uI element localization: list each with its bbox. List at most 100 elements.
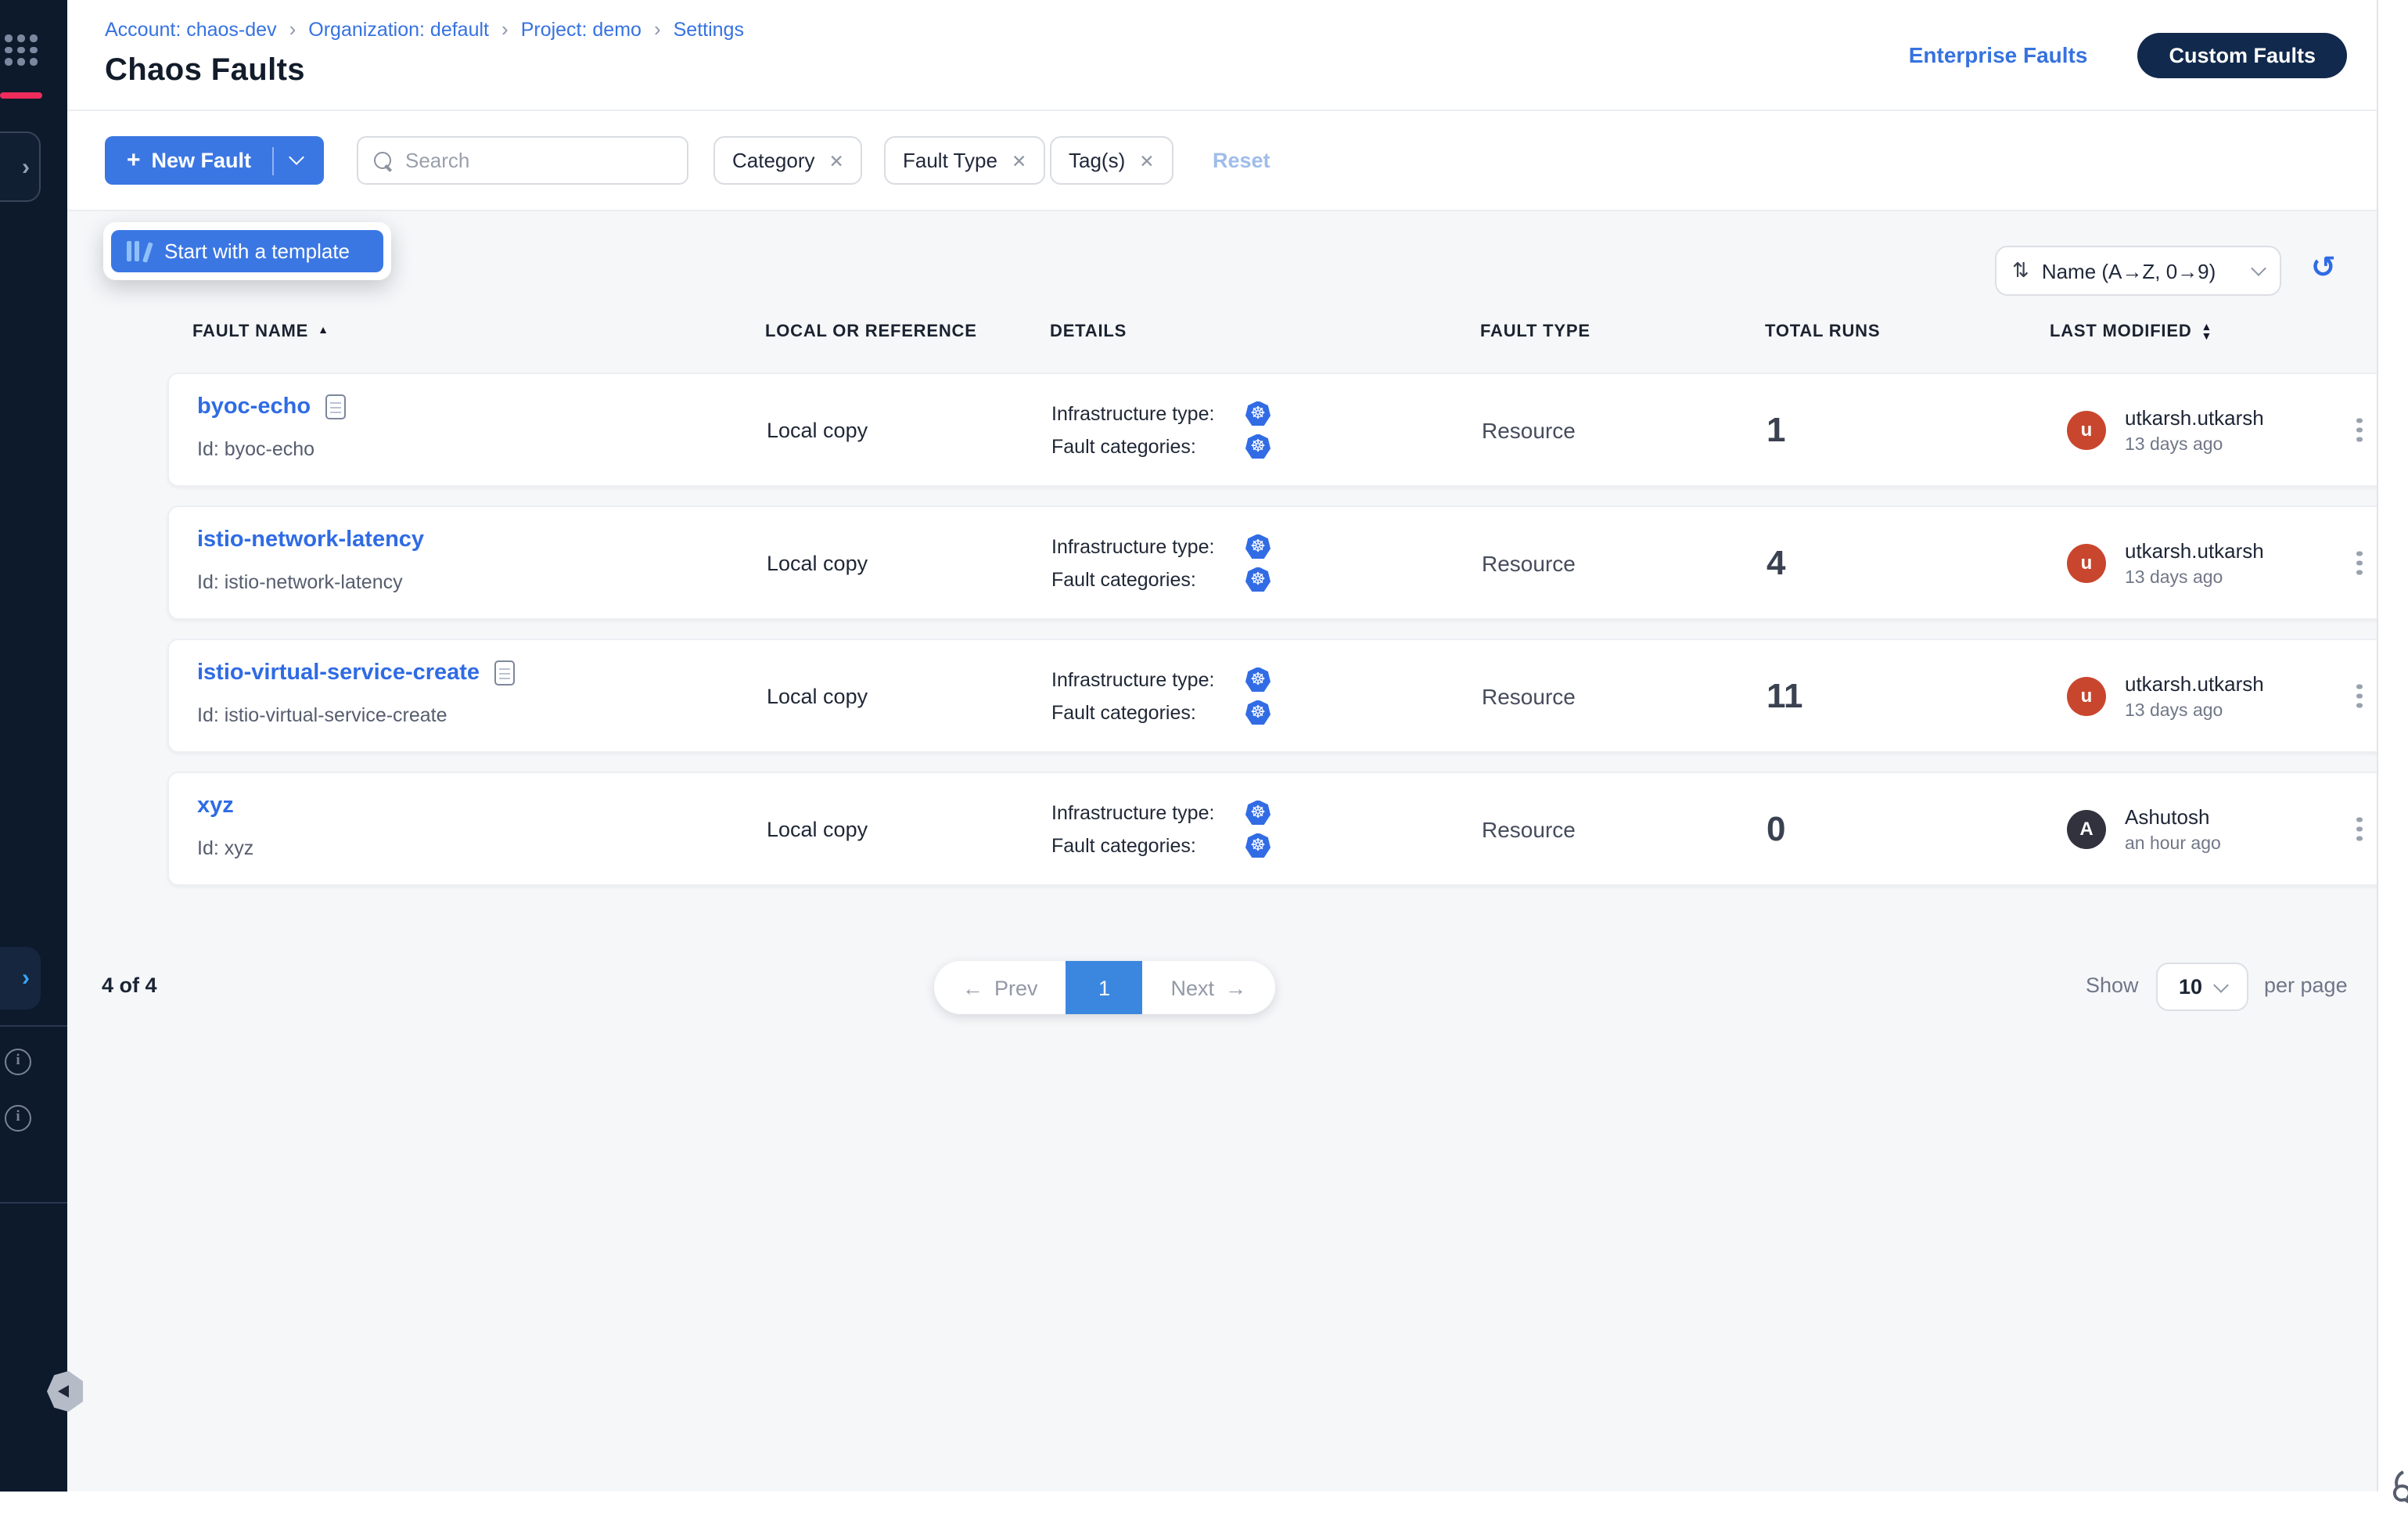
remove-filter-icon[interactable]: ✕ (1012, 149, 1026, 171)
search-input[interactable] (405, 149, 671, 172)
next-page-button[interactable]: Next→ (1143, 961, 1275, 1014)
local-or-reference-value: Local copy (767, 551, 868, 574)
remove-filter-icon[interactable]: ✕ (829, 149, 844, 171)
fault-name-link[interactable]: xyz (197, 793, 234, 819)
refresh-icon[interactable]: ↻ (2311, 250, 2336, 286)
sort-arrows-icon: ⇅ (2012, 258, 2029, 283)
toolbar: + New Fault Start with a template Catego… (67, 111, 2408, 211)
filter-chip-label: Category (732, 149, 815, 172)
app: Account: chaos-dev › Organization: defau… (0, 0, 2408, 1492)
local-or-reference-value: Local copy (767, 418, 868, 441)
avatar: u (2067, 543, 2106, 582)
left-sidebar: › › i i (0, 0, 67, 1492)
per-page-label: per page (2264, 973, 2348, 997)
column-last-modified[interactable]: LAST MODIFIED▲▼ (2050, 322, 2212, 343)
fault-row[interactable]: istio-virtual-service-create Id: istio-v… (167, 639, 2408, 753)
fault-list: byoc-echo Id: byoc-echo Local copy Infra… (167, 372, 2408, 905)
filter-chip-label: Fault Type (903, 149, 997, 172)
infrastructure-type-label: Infrastructure type: (1051, 535, 1245, 557)
modified-by: utkarsh.utkarsh (2125, 671, 2264, 695)
app-launcher-icon[interactable] (5, 34, 38, 65)
breadcrumb-organization[interactable]: Organization: default (308, 18, 489, 40)
column-total-runs: TOTAL RUNS (1765, 322, 1880, 341)
kubernetes-icon: ☸ (1245, 434, 1270, 459)
info-icon[interactable]: i (5, 1049, 31, 1075)
search-icon (374, 151, 393, 170)
avatar: u (2067, 676, 2106, 715)
fault-id: Id: istio-virtual-service-create (197, 704, 447, 726)
prev-page-button[interactable]: ←Prev (934, 961, 1066, 1014)
local-or-reference-value: Local copy (767, 684, 868, 707)
total-runs-value: 11 (1766, 675, 1803, 716)
row-menu-icon[interactable] (2350, 678, 2368, 714)
breadcrumb-separator-icon: › (654, 17, 661, 41)
fault-categories-label: Fault categories: (1051, 701, 1245, 723)
row-menu-icon[interactable] (2350, 545, 2368, 581)
filter-chip-tags[interactable]: Tag(s) ✕ (1050, 136, 1173, 185)
sidebar-divider (0, 1025, 67, 1027)
total-runs-value: 0 (1766, 808, 1786, 849)
chevron-down-icon (2212, 977, 2228, 992)
remove-filter-icon[interactable]: ✕ (1139, 149, 1154, 171)
fault-type-value: Resource (1482, 683, 1576, 708)
chevron-right-icon: › (22, 965, 30, 991)
fault-id: Id: istio-network-latency (197, 571, 403, 593)
sidebar-expand-button[interactable]: › (0, 131, 41, 202)
fault-id: Id: byoc-echo (197, 438, 314, 460)
last-modified-cell: utkarsh.utkarsh 13 days ago (2125, 671, 2264, 720)
column-local-or-reference: LOCAL OR REFERENCE (765, 322, 977, 341)
fault-manifest-icon[interactable] (325, 394, 345, 419)
template-library-icon (127, 241, 150, 261)
fault-name-link[interactable]: istio-virtual-service-create (197, 660, 480, 686)
breadcrumb-project[interactable]: Project: demo (521, 18, 642, 40)
last-modified-cell: utkarsh.utkarsh 13 days ago (2125, 538, 2264, 587)
triangle-left-icon (58, 1385, 69, 1398)
new-fault-dropdown-toggle[interactable] (273, 136, 323, 185)
fault-manifest-icon[interactable] (494, 660, 514, 686)
new-fault-label: New Fault (152, 149, 272, 172)
chevron-down-icon (288, 149, 304, 165)
current-page-button[interactable]: 1 (1066, 961, 1143, 1014)
enterprise-faults-link[interactable]: Enterprise Faults (1909, 33, 2088, 67)
page-header: Account: chaos-dev › Organization: defau… (67, 0, 2408, 111)
sort-both-icon: ▲▼ (2201, 324, 2213, 343)
per-page-select[interactable]: 10 (2156, 963, 2248, 1011)
row-menu-icon[interactable] (2350, 412, 2368, 448)
breadcrumb-settings[interactable]: Settings (674, 18, 744, 40)
fault-categories-label: Fault categories: (1051, 568, 1245, 590)
sort-select-value: Name (A→Z, 0→9) (2042, 259, 2241, 282)
custom-faults-button[interactable]: Custom Faults (2137, 33, 2347, 78)
row-menu-icon[interactable] (2350, 811, 2368, 847)
column-fault-type: FAULT TYPE (1480, 322, 1590, 341)
breadcrumb-account[interactable]: Account: chaos-dev (105, 18, 277, 40)
fault-type-value: Resource (1482, 417, 1576, 442)
fault-row[interactable]: xyz Id: xyz Local copy Infrastructure ty… (167, 772, 2408, 886)
fault-row[interactable]: byoc-echo Id: byoc-echo Local copy Infra… (167, 372, 2408, 487)
sidebar-bottom-expand-button[interactable]: › (0, 947, 41, 1009)
fault-name-link[interactable]: byoc-echo (197, 394, 311, 419)
column-fault-name[interactable]: FAULT NAME▲ (192, 322, 329, 341)
sort-select[interactable]: ⇅ Name (A→Z, 0→9) (1995, 246, 2281, 296)
start-with-template-label: Start with a template (164, 239, 350, 263)
infrastructure-type-label: Infrastructure type: (1051, 801, 1245, 823)
fault-details: Infrastructure type:☸ Fault categories:☸ (1051, 401, 1270, 459)
infrastructure-type-label: Infrastructure type: (1051, 668, 1245, 690)
info-icon[interactable]: i (5, 1105, 31, 1132)
reset-filters-link[interactable]: Reset (1213, 149, 1270, 172)
start-with-template-item[interactable]: Start with a template (111, 230, 383, 272)
fault-row[interactable]: istio-network-latency Id: istio-network-… (167, 506, 2408, 620)
arrow-right-icon: → (1225, 976, 1246, 999)
filter-chip-category[interactable]: Category ✕ (713, 136, 863, 185)
modified-time: 13 days ago (2125, 435, 2264, 454)
new-fault-button[interactable]: + New Fault Start with a template (105, 136, 323, 185)
page-title: Chaos Faults (105, 53, 305, 89)
modified-time: an hour ago (2125, 834, 2221, 853)
sort-ascending-icon: ▲ (318, 326, 329, 336)
table-header: FAULT NAME▲ LOCAL OR REFERENCE DETAILS F… (167, 322, 2408, 351)
avatar: u (2067, 410, 2106, 449)
fault-name-link[interactable]: istio-network-latency (197, 527, 424, 552)
filter-chip-fault-type[interactable]: Fault Type ✕ (884, 136, 1045, 185)
modified-by: Ashutosh (2125, 804, 2221, 828)
kubernetes-icon: ☸ (1245, 800, 1270, 825)
support-chat-icon[interactable] (2391, 1468, 2408, 1515)
